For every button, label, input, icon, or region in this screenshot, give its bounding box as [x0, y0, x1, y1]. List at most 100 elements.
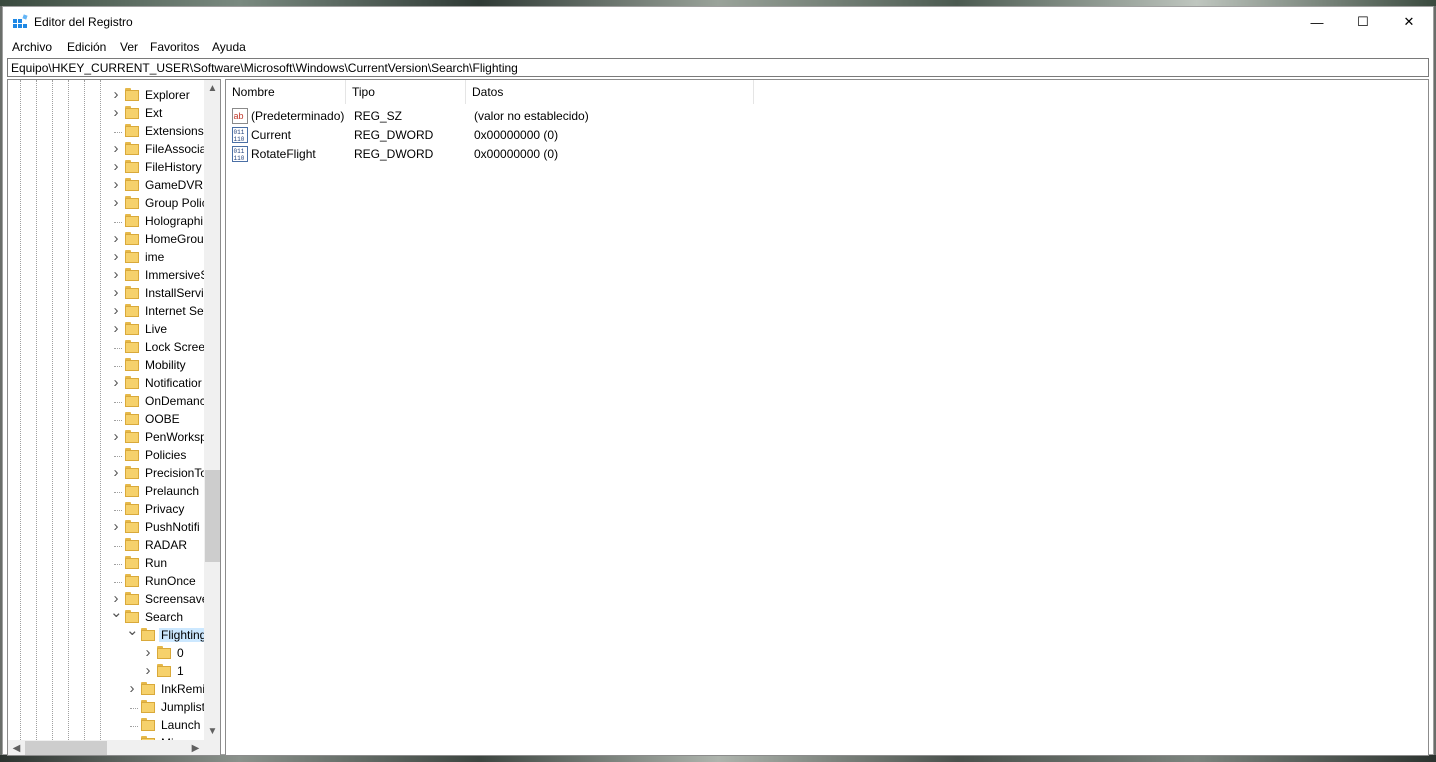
tree-node-label: Notificatior: [145, 376, 202, 390]
tree-node-label: InstallServi: [145, 286, 204, 300]
tree-node[interactable]: › Internet Set: [8, 302, 205, 320]
close-button[interactable]: ✕: [1386, 7, 1432, 37]
tree-node[interactable]: Privacy: [8, 500, 204, 518]
chevron-right-icon[interactable]: ›: [110, 267, 122, 283]
folder-icon: [125, 448, 139, 461]
tree-node[interactable]: › InkRemi: [8, 680, 205, 698]
chevron-right-icon[interactable]: ›: [110, 519, 122, 535]
scroll-down-icon[interactable]: ▼: [204, 723, 220, 740]
tree-node[interactable]: › Live: [8, 320, 204, 338]
chevron-right-icon[interactable]: ›: [110, 429, 122, 445]
horizontal-scroll-thumb[interactable]: [25, 741, 107, 755]
maximize-button[interactable]: ☐: [1340, 7, 1386, 37]
scroll-up-icon[interactable]: ▲: [204, 80, 220, 97]
column-header-datos[interactable]: Datos: [466, 80, 754, 104]
tree-node[interactable]: › PenWorksp: [8, 428, 205, 446]
chevron-right-icon[interactable]: ›: [110, 321, 122, 337]
tree-node[interactable]: › Screensave: [8, 590, 205, 608]
vertical-scroll-thumb[interactable]: [205, 470, 220, 562]
chevron-right-icon[interactable]: ›: [110, 177, 122, 193]
folder-icon: [125, 484, 139, 497]
tree-node[interactable]: OnDemanc: [8, 392, 204, 410]
value-row[interactable]: 011 110 RotateFlight REG_DWORD 0x0000000…: [226, 145, 1428, 164]
tree-node[interactable]: › GameDVR: [8, 176, 204, 194]
scroll-left-icon[interactable]: ◀: [8, 740, 25, 755]
tree-node[interactable]: Extensions: [8, 122, 204, 140]
tree-node[interactable]: › PushNotifi: [8, 518, 204, 536]
tree-node[interactable]: › 0: [8, 644, 204, 662]
menu-edicion[interactable]: Edición: [67, 40, 106, 54]
tree-node[interactable]: Jumplist: [8, 698, 204, 716]
chevron-right-icon[interactable]: ›: [110, 465, 122, 481]
tree-node[interactable]: › Ext: [8, 104, 204, 122]
tree-horizontal-scrollbar[interactable]: ◀ ▶: [8, 740, 204, 755]
svg-text:110: 110: [234, 155, 245, 162]
menu-favoritos[interactable]: Favoritos: [150, 40, 199, 54]
value-data: (valor no establecido): [474, 109, 589, 123]
column-header-tipo[interactable]: Tipo: [346, 80, 466, 104]
tree-node[interactable]: RADAR: [8, 536, 204, 554]
chevron-right-icon[interactable]: ›: [110, 105, 122, 121]
tree-node[interactable]: Lock Screer: [8, 338, 204, 356]
chevron-right-icon[interactable]: ›: [142, 663, 154, 679]
value-row[interactable]: 011 110 Current REG_DWORD 0x00000000 (0): [226, 126, 1428, 145]
tree-node-label: FileHistory: [145, 160, 202, 174]
tree-node[interactable]: Run: [8, 554, 204, 572]
tree-node[interactable]: Holographi: [8, 212, 204, 230]
tree-node[interactable]: › Group Polic: [8, 194, 205, 212]
tree-node[interactable]: › FileHistory: [8, 158, 204, 176]
address-bar[interactable]: Equipo\HKEY_CURRENT_USER\Software\Micros…: [7, 58, 1429, 77]
chevron-down-icon[interactable]: ⌄: [110, 605, 123, 625]
tree-node[interactable]: RunOnce: [8, 572, 204, 590]
tree-node[interactable]: Policies: [8, 446, 204, 464]
tree-node[interactable]: OOBE: [8, 410, 204, 428]
tree-node[interactable]: › HomeGrou: [8, 230, 204, 248]
chevron-right-icon[interactable]: ›: [110, 159, 122, 175]
chevron-right-icon[interactable]: ›: [110, 303, 122, 319]
chevron-right-icon[interactable]: ›: [110, 87, 122, 103]
tree-node[interactable]: › FileAssocia: [8, 140, 205, 158]
folder-icon: [141, 628, 155, 641]
scroll-right-icon[interactable]: ▶: [187, 740, 204, 755]
chevron-right-icon[interactable]: ›: [142, 645, 154, 661]
tree-node-label: Search: [145, 610, 184, 624]
title-bar[interactable]: Editor del Registro — ☐ ✕: [3, 7, 1433, 37]
chevron-right-icon[interactable]: ›: [110, 375, 122, 391]
minimize-button[interactable]: —: [1294, 7, 1340, 37]
tree-node-label: OOBE: [145, 412, 180, 426]
tree-node-label: OnDemanc: [145, 394, 204, 408]
chevron-right-icon[interactable]: ›: [110, 141, 122, 157]
chevron-right-icon[interactable]: ›: [126, 681, 138, 697]
chevron-right-icon[interactable]: ›: [110, 195, 122, 211]
tree-node[interactable]: › InstallServi: [8, 284, 204, 302]
tree-node[interactable]: › Notificatior: [8, 374, 204, 392]
svg-text:ab: ab: [234, 111, 244, 121]
menu-archivo[interactable]: Archivo: [12, 40, 52, 54]
values-pane[interactable]: Nombre Tipo Datos ab (Predeterminado) RE…: [225, 79, 1429, 756]
tree-node[interactable]: ⌄ Flighting: [8, 623, 204, 644]
tree-vertical-scrollbar[interactable]: ▲ ▼: [204, 80, 220, 740]
key-tree-pane[interactable]: › Explorer › Ext Extensions › FileAssocia › File…: [7, 79, 221, 756]
chevron-right-icon[interactable]: ›: [110, 231, 122, 247]
chevron-down-icon[interactable]: ⌄: [126, 623, 139, 643]
column-header-nombre[interactable]: Nombre: [226, 80, 346, 104]
chevron-right-icon[interactable]: ›: [110, 249, 122, 265]
tree-node[interactable]: Prelaunch: [8, 482, 204, 500]
string-value-icon: ab: [232, 108, 248, 124]
tree-connector-line: [114, 348, 122, 349]
tree-node[interactable]: › ime: [8, 248, 204, 266]
tree-node[interactable]: › PrecisionTo: [8, 464, 205, 482]
value-type: REG_DWORD: [354, 128, 434, 142]
tree-node[interactable]: ⌄ Search: [8, 605, 204, 626]
chevron-right-icon[interactable]: ›: [110, 285, 122, 301]
tree-node[interactable]: › Explorer: [8, 86, 204, 104]
menu-ver[interactable]: Ver: [120, 40, 138, 54]
tree-node[interactable]: › ImmersiveS: [8, 266, 205, 284]
tree-node[interactable]: Launch: [8, 716, 204, 734]
value-row[interactable]: ab (Predeterminado) REG_SZ (valor no est…: [226, 107, 1428, 126]
tree-node[interactable]: › 1: [8, 662, 204, 680]
menu-ayuda[interactable]: Ayuda: [212, 40, 246, 54]
minimize-icon: —: [1310, 14, 1324, 30]
tree-node[interactable]: Mobility: [8, 356, 204, 374]
tree-node-label: FileAssocia: [145, 142, 204, 156]
